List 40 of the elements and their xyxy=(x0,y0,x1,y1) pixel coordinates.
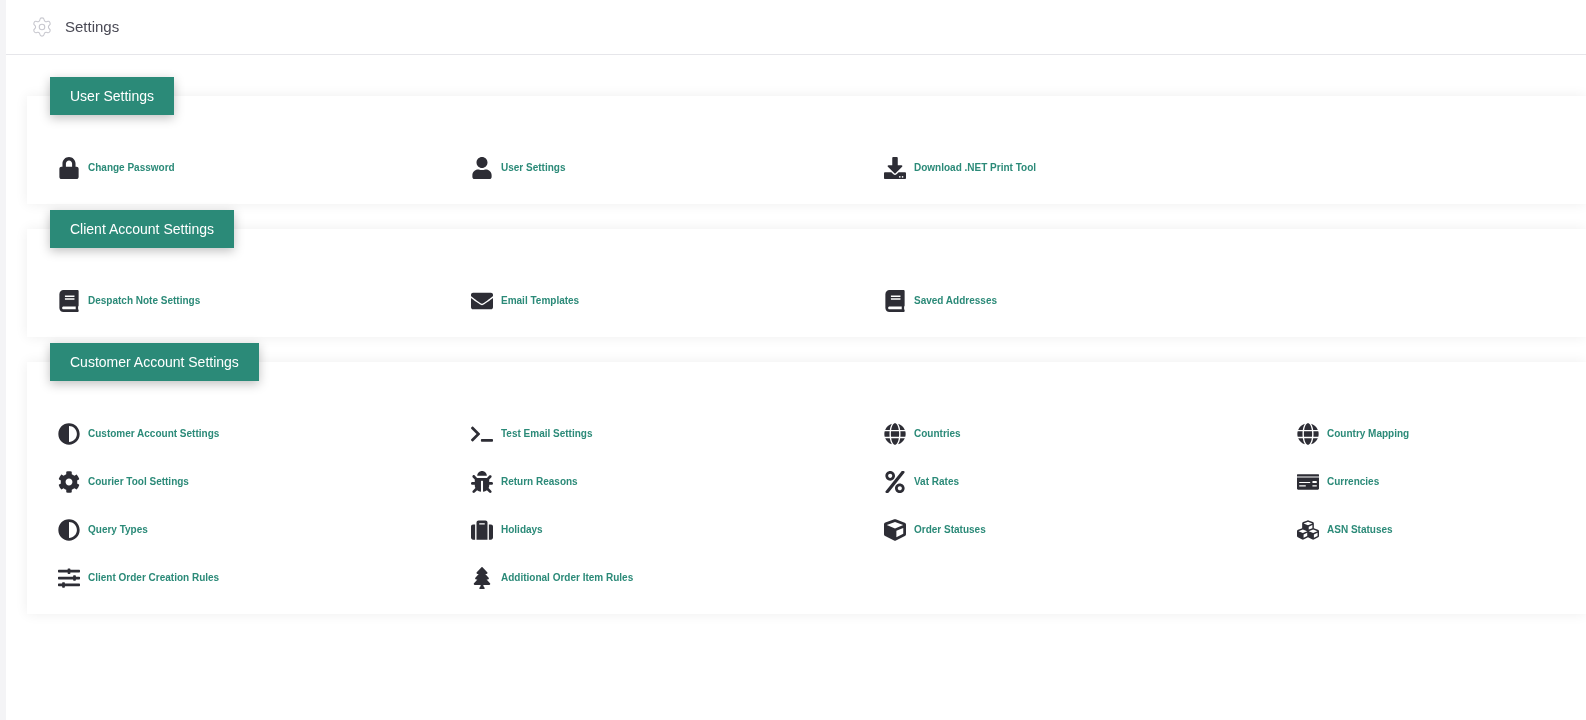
download-icon xyxy=(884,156,906,179)
bug-icon xyxy=(471,470,493,493)
cube-icon xyxy=(884,518,906,541)
book-icon xyxy=(884,289,906,312)
suitcase-icon xyxy=(471,518,493,541)
settings-link[interactable]: Holidays xyxy=(501,522,543,537)
settings-link[interactable]: Change Password xyxy=(88,160,175,175)
globe-icon xyxy=(884,422,906,445)
settings-link[interactable]: Vat Rates xyxy=(914,474,960,489)
lock-icon xyxy=(58,156,80,179)
settings-link[interactable]: Client Order Creation Rules xyxy=(88,570,220,585)
tree-icon xyxy=(471,566,493,589)
settings-link[interactable]: Additional Order Item Rules xyxy=(501,570,634,585)
section-header: Customer Account Settings xyxy=(50,343,259,381)
sliders-icon xyxy=(58,566,80,589)
globe-icon xyxy=(1297,422,1319,445)
book-icon xyxy=(58,289,80,312)
settings-link[interactable]: Country Mapping xyxy=(1327,426,1410,441)
settings-link[interactable]: ASN Statuses xyxy=(1327,522,1393,537)
section-header: User Settings xyxy=(50,77,175,115)
settings-link[interactable]: Test Email Settings xyxy=(501,426,593,441)
user-icon xyxy=(471,156,493,179)
cubes-icon xyxy=(1297,518,1319,541)
settings-icon xyxy=(31,16,53,38)
settings-link[interactable]: Despatch Note Settings xyxy=(88,293,201,308)
percent-icon xyxy=(884,470,906,493)
settings-link[interactable]: Saved Addresses xyxy=(914,293,997,308)
settings-link[interactable]: Return Reasons xyxy=(501,474,578,489)
settings-link[interactable]: Order Statuses xyxy=(914,522,986,537)
settings-link[interactable]: Download .NET Print Tool xyxy=(914,160,1037,175)
settings-icon xyxy=(58,470,80,493)
page-title: Settings xyxy=(65,16,120,37)
settings-link[interactable]: Currencies xyxy=(1327,474,1380,489)
settings-link[interactable]: Customer Account Settings xyxy=(88,426,220,441)
settings-link[interactable]: Query Types xyxy=(88,522,148,537)
section-header: Client Account Settings xyxy=(50,210,234,248)
settings-link[interactable]: Courier Tool Settings xyxy=(88,474,189,489)
settings-link[interactable]: Countries xyxy=(914,426,961,441)
settings-link[interactable]: Email Templates xyxy=(501,293,580,308)
settings-link[interactable]: User Settings xyxy=(501,160,566,175)
